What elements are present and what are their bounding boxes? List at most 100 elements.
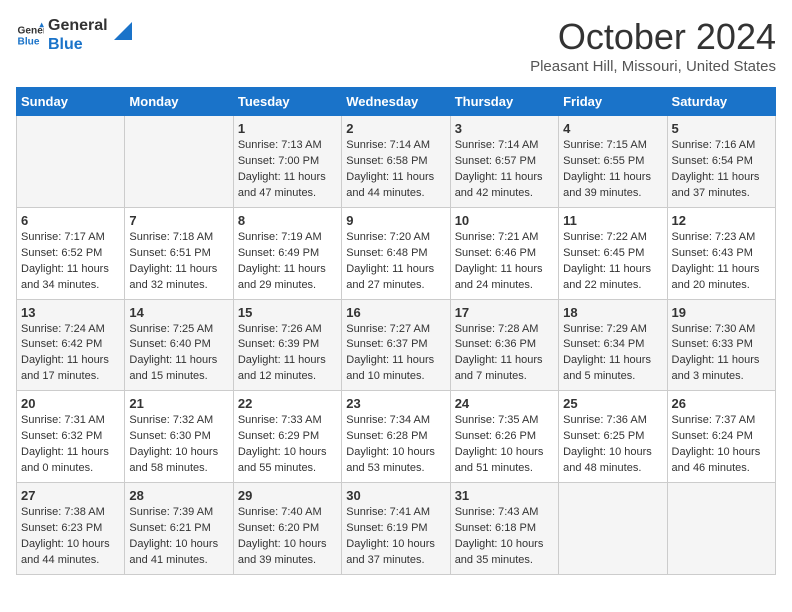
day-cell: 29 Sunrise: 7:40 AM Sunset: 6:20 PM Dayli… (233, 483, 341, 575)
day-cell (667, 483, 775, 575)
day-cell: 8 Sunrise: 7:19 AM Sunset: 6:49 PM Daylig… (233, 207, 341, 299)
day-number: 8 (238, 213, 337, 228)
day-number: 18 (563, 305, 662, 320)
day-number: 13 (21, 305, 120, 320)
day-cell: 26Sunrise: 7:37 AM Sunset: 6:24 PM Dayli… (667, 391, 775, 483)
day-info: Sunrise: 7:36 AM Sunset: 6:25 PM Dayligh… (563, 413, 662, 477)
day-cell: 14Sunrise: 7:25 AM Sunset: 6:40 PM Dayli… (125, 299, 233, 391)
day-cell (17, 116, 125, 208)
day-info: Sunrise: 7:22 AM Sunset: 6:45 PM Dayligh… (563, 230, 662, 294)
day-number: 27 (21, 488, 120, 503)
day-cell: 6Sunrise: 7:17 AM Sunset: 6:52 PM Daylig… (17, 207, 125, 299)
header-day-thursday: Thursday (450, 88, 558, 116)
day-cell: 24 Sunrise: 7:35 AM Sunset: 6:26 PM Dayli… (450, 391, 558, 483)
day-info: Sunrise: 7:29 AM Sunset: 6:34 PM Dayligh… (563, 322, 662, 386)
week-row-2: 6Sunrise: 7:17 AM Sunset: 6:52 PM Daylig… (17, 207, 776, 299)
title-block: October 2024 Pleasant Hill, Missouri, Un… (530, 16, 776, 75)
day-info: Sunrise: 7:24 AM Sunset: 6:42 PM Dayligh… (21, 322, 120, 386)
header-day-monday: Monday (125, 88, 233, 116)
day-number: 26 (672, 396, 771, 411)
day-number: 3 (455, 121, 554, 136)
day-number: 28 (129, 488, 228, 503)
day-number: 29 (238, 488, 337, 503)
day-number: 23 (346, 396, 445, 411)
day-cell: 1 Sunrise: 7:13 AM Sunset: 7:00 PM Daylig… (233, 116, 341, 208)
day-number: 20 (21, 396, 120, 411)
day-number: 15 (238, 305, 337, 320)
calendar-table: SundayMondayTuesdayWednesdayThursdayFrid… (16, 87, 776, 575)
day-number: 30 (346, 488, 445, 503)
day-info: Sunrise: 7:32 AM Sunset: 6:30 PM Dayligh… (129, 413, 228, 477)
day-info: Sunrise: 7:33 AM Sunset: 6:29 PM Dayligh… (238, 413, 337, 477)
day-cell: 3 Sunrise: 7:14 AM Sunset: 6:57 PM Daylig… (450, 116, 558, 208)
day-info: Sunrise: 7:18 AM Sunset: 6:51 PM Dayligh… (129, 230, 228, 294)
day-info: Sunrise: 7:26 AM Sunset: 6:39 PM Dayligh… (238, 322, 337, 386)
week-row-5: 27 Sunrise: 7:38 AM Sunset: 6:23 PM Dayli… (17, 483, 776, 575)
week-row-3: 13 Sunrise: 7:24 AM Sunset: 6:42 PM Dayli… (17, 299, 776, 391)
day-cell: 27 Sunrise: 7:38 AM Sunset: 6:23 PM Dayli… (17, 483, 125, 575)
logo-text-general: General (48, 16, 108, 35)
day-info: Sunrise: 7:35 AM Sunset: 6:26 PM Dayligh… (455, 413, 554, 477)
logo-icon: General Blue (16, 21, 44, 49)
day-cell (559, 483, 667, 575)
day-cell: 4 Sunrise: 7:15 AM Sunset: 6:55 PM Daylig… (559, 116, 667, 208)
day-number: 12 (672, 213, 771, 228)
day-info: Sunrise: 7:28 AM Sunset: 6:36 PM Dayligh… (455, 322, 554, 386)
week-row-4: 20 Sunrise: 7:31 AM Sunset: 6:32 PM Dayli… (17, 391, 776, 483)
day-cell: 9 Sunrise: 7:20 AM Sunset: 6:48 PM Daylig… (342, 207, 450, 299)
day-info: Sunrise: 7:13 AM Sunset: 7:00 PM Dayligh… (238, 138, 337, 202)
day-number: 21 (129, 396, 228, 411)
day-info: Sunrise: 7:14 AM Sunset: 6:58 PM Dayligh… (346, 138, 445, 202)
page-header: General Blue General Blue October 2024 P… (16, 16, 776, 75)
day-cell: 18 Sunrise: 7:29 AM Sunset: 6:34 PM Dayli… (559, 299, 667, 391)
day-info: Sunrise: 7:14 AM Sunset: 6:57 PM Dayligh… (455, 138, 554, 202)
day-info: Sunrise: 7:27 AM Sunset: 6:37 PM Dayligh… (346, 322, 445, 386)
day-cell: 19 Sunrise: 7:30 AM Sunset: 6:33 PM Dayli… (667, 299, 775, 391)
day-number: 24 (455, 396, 554, 411)
day-info: Sunrise: 7:19 AM Sunset: 6:49 PM Dayligh… (238, 230, 337, 294)
day-number: 2 (346, 121, 445, 136)
svg-text:Blue: Blue (18, 37, 40, 48)
day-cell: 30 Sunrise: 7:41 AM Sunset: 6:19 PM Dayli… (342, 483, 450, 575)
header-day-friday: Friday (559, 88, 667, 116)
day-cell: 23 Sunrise: 7:34 AM Sunset: 6:28 PM Dayli… (342, 391, 450, 483)
day-number: 5 (672, 121, 771, 136)
day-info: Sunrise: 7:40 AM Sunset: 6:20 PM Dayligh… (238, 505, 337, 569)
day-cell: 12 Sunrise: 7:23 AM Sunset: 6:43 PM Dayli… (667, 207, 775, 299)
day-info: Sunrise: 7:23 AM Sunset: 6:43 PM Dayligh… (672, 230, 771, 294)
day-info: Sunrise: 7:34 AM Sunset: 6:28 PM Dayligh… (346, 413, 445, 477)
header-day-sunday: Sunday (17, 88, 125, 116)
day-number: 22 (238, 396, 337, 411)
day-info: Sunrise: 7:41 AM Sunset: 6:19 PM Dayligh… (346, 505, 445, 569)
day-cell: 13 Sunrise: 7:24 AM Sunset: 6:42 PM Dayli… (17, 299, 125, 391)
day-number: 9 (346, 213, 445, 228)
day-info: Sunrise: 7:30 AM Sunset: 6:33 PM Dayligh… (672, 322, 771, 386)
day-info: Sunrise: 7:20 AM Sunset: 6:48 PM Dayligh… (346, 230, 445, 294)
day-cell: 22 Sunrise: 7:33 AM Sunset: 6:29 PM Dayli… (233, 391, 341, 483)
day-info: Sunrise: 7:43 AM Sunset: 6:18 PM Dayligh… (455, 505, 554, 569)
day-number: 11 (563, 213, 662, 228)
day-info: Sunrise: 7:17 AM Sunset: 6:52 PM Dayligh… (21, 230, 120, 294)
day-cell: 2 Sunrise: 7:14 AM Sunset: 6:58 PM Daylig… (342, 116, 450, 208)
day-cell: 17 Sunrise: 7:28 AM Sunset: 6:36 PM Dayli… (450, 299, 558, 391)
day-cell: 11 Sunrise: 7:22 AM Sunset: 6:45 PM Dayli… (559, 207, 667, 299)
day-cell: 25Sunrise: 7:36 AM Sunset: 6:25 PM Dayli… (559, 391, 667, 483)
day-info: Sunrise: 7:15 AM Sunset: 6:55 PM Dayligh… (563, 138, 662, 202)
logo-text-blue: Blue (48, 35, 108, 54)
day-number: 4 (563, 121, 662, 136)
day-number: 17 (455, 305, 554, 320)
logo-triangle-icon (114, 22, 132, 40)
day-cell: 5 Sunrise: 7:16 AM Sunset: 6:54 PM Daylig… (667, 116, 775, 208)
day-info: Sunrise: 7:31 AM Sunset: 6:32 PM Dayligh… (21, 413, 120, 477)
day-number: 19 (672, 305, 771, 320)
day-info: Sunrise: 7:16 AM Sunset: 6:54 PM Dayligh… (672, 138, 771, 202)
day-cell: 7Sunrise: 7:18 AM Sunset: 6:51 PM Daylig… (125, 207, 233, 299)
day-number: 31 (455, 488, 554, 503)
day-cell: 28Sunrise: 7:39 AM Sunset: 6:21 PM Dayli… (125, 483, 233, 575)
month-title: October 2024 (530, 16, 776, 58)
header-day-tuesday: Tuesday (233, 88, 341, 116)
week-row-1: 1 Sunrise: 7:13 AM Sunset: 7:00 PM Daylig… (17, 116, 776, 208)
location-label: Pleasant Hill, Missouri, United States (530, 58, 776, 75)
day-info: Sunrise: 7:38 AM Sunset: 6:23 PM Dayligh… (21, 505, 120, 569)
day-number: 1 (238, 121, 337, 136)
